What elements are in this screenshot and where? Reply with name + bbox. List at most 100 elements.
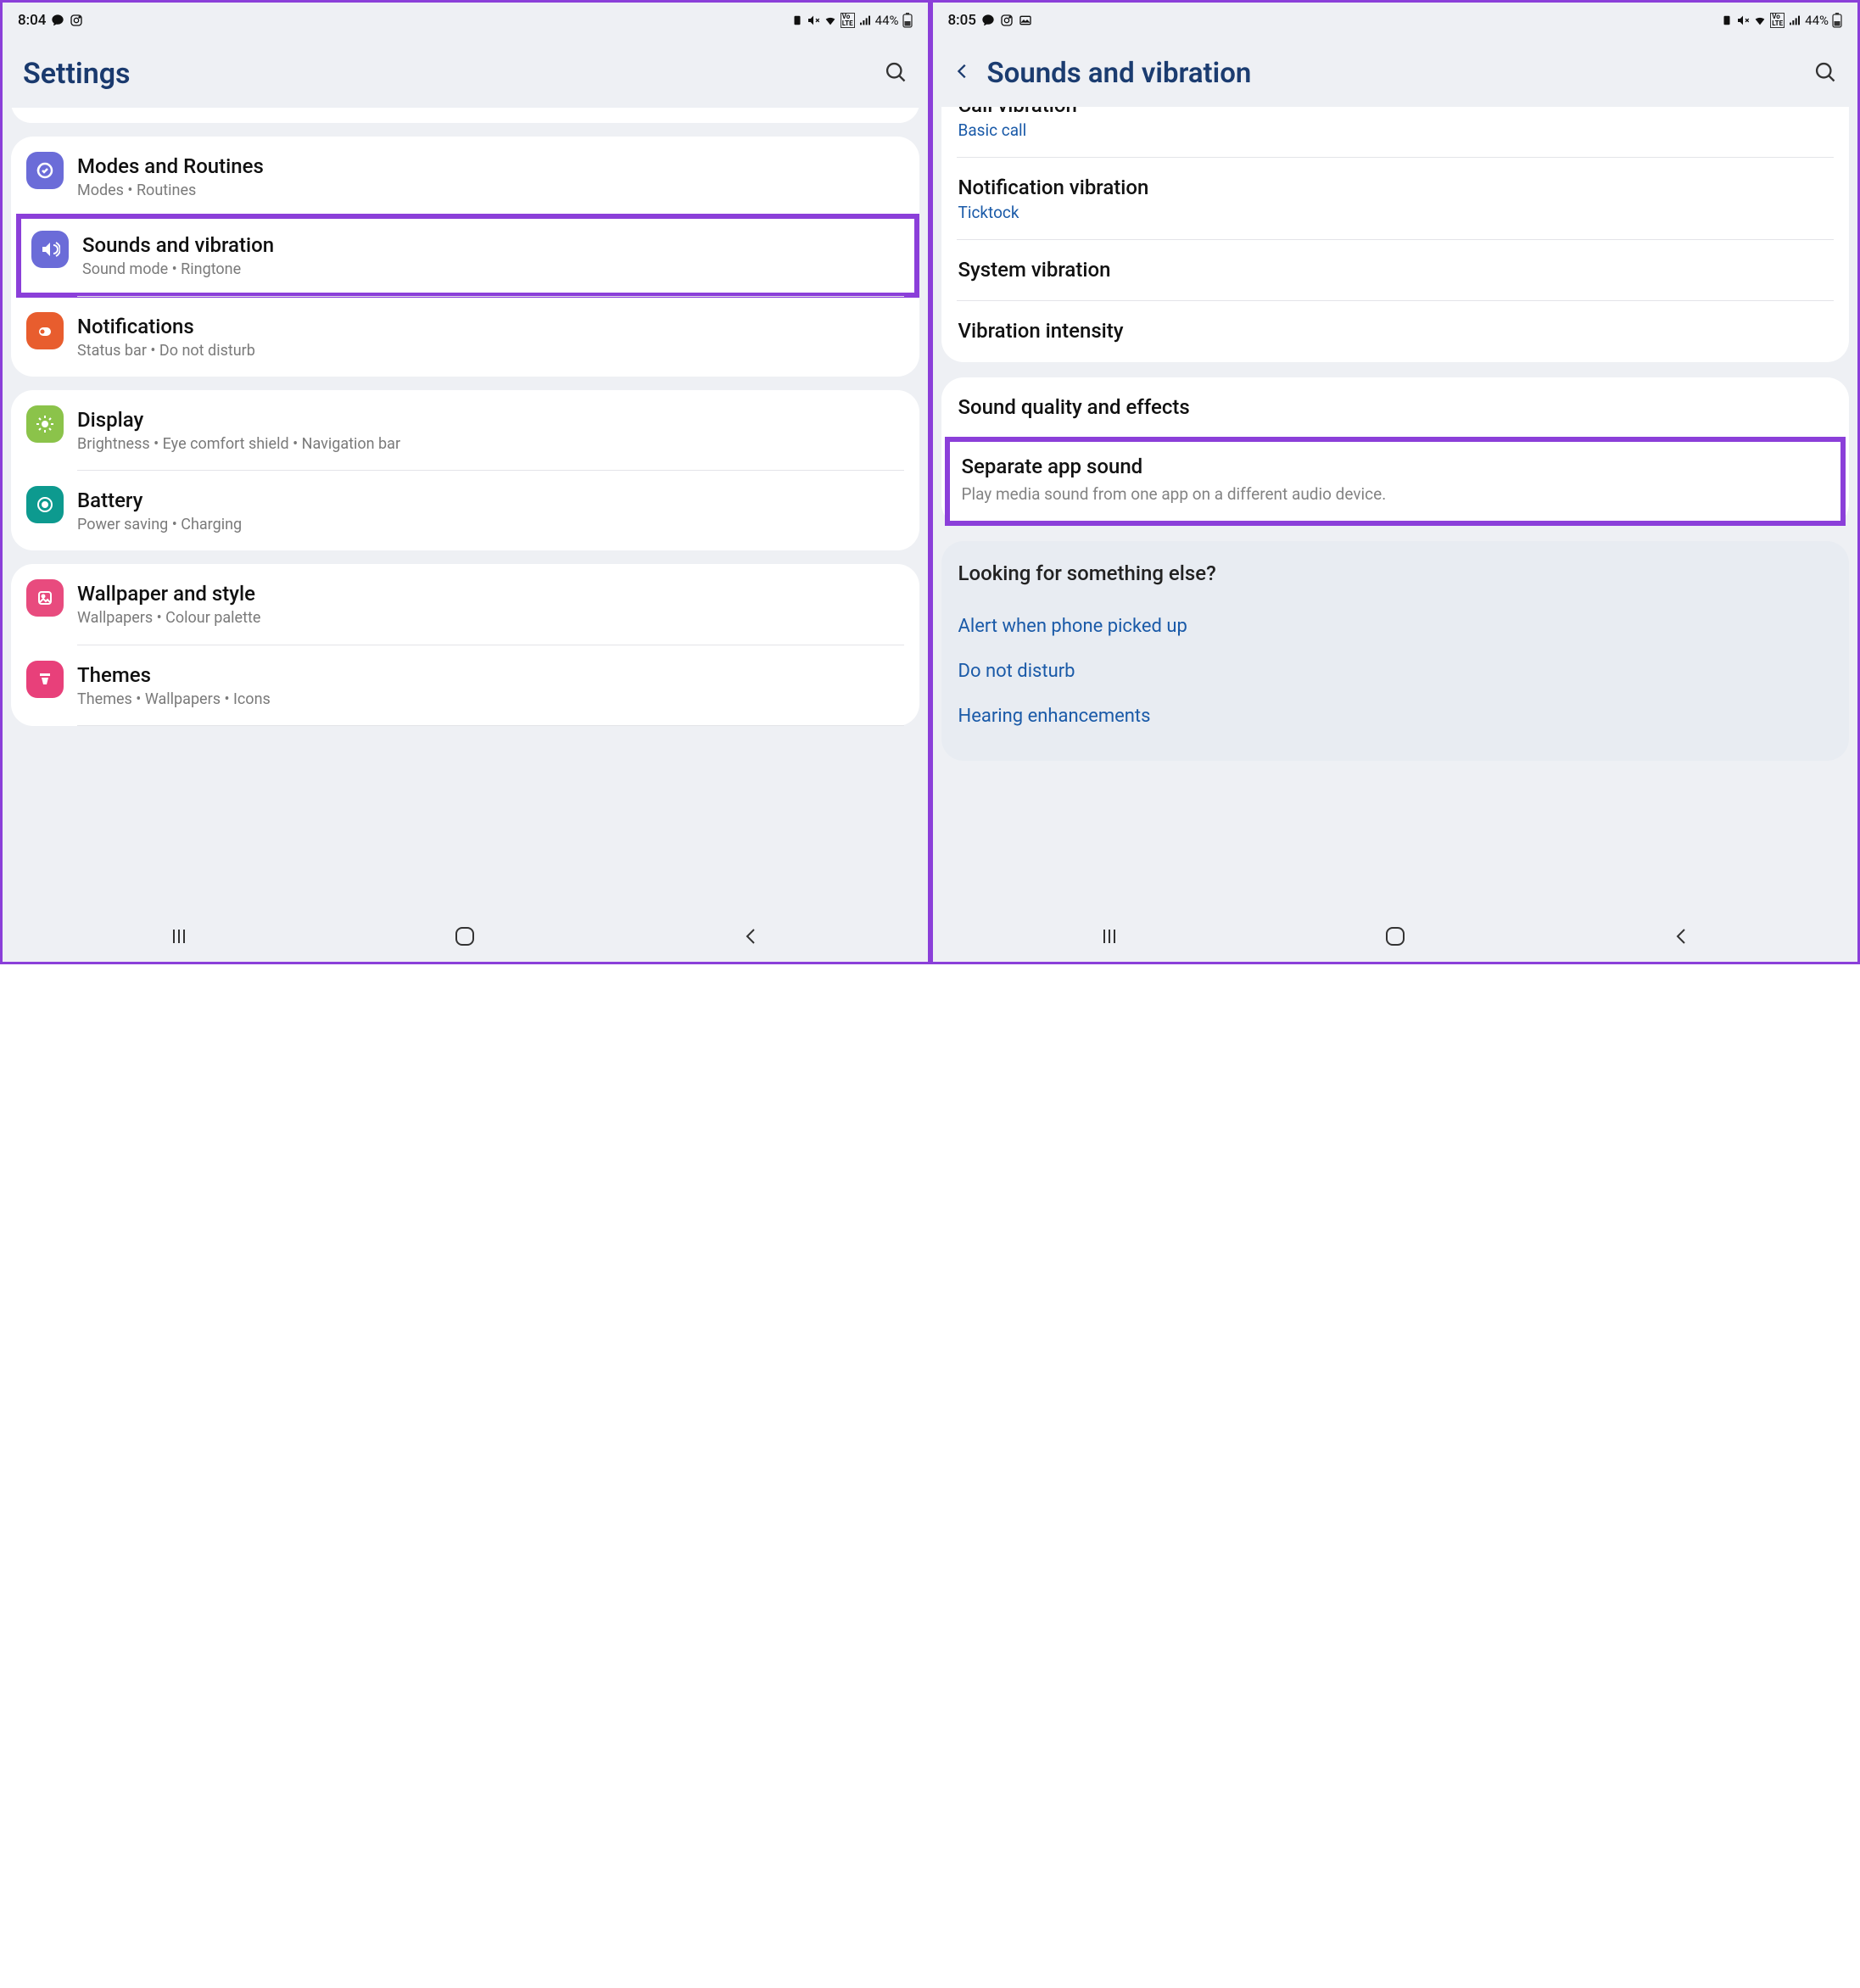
status-left: 8:04: [18, 12, 83, 29]
sound-icon: [31, 231, 69, 268]
row-sub: Status bar • Do not disturb: [77, 341, 904, 361]
battery-icon: [902, 13, 913, 28]
home-button[interactable]: [439, 925, 490, 947]
screen-settings: 8:04 VoLTE 44%: [0, 0, 930, 964]
signal-icon: [1788, 14, 1801, 27]
item-title: Separate app sound: [962, 454, 1829, 480]
signal-icon: [858, 14, 872, 27]
divider: [77, 725, 904, 726]
highlight-separate-app-sound: Separate app sound Play media sound from…: [945, 437, 1846, 526]
nav-bar: [3, 909, 928, 962]
row-themes[interactable]: Themes Themes • Wallpapers • Icons: [11, 645, 919, 725]
wallpaper-icon: [26, 579, 64, 617]
volte-icon: VoLTE: [1770, 13, 1785, 28]
looking-card: Looking for something else? Alert when p…: [941, 541, 1850, 761]
card-group-2: Display Brightness • Eye comfort shield …: [11, 390, 919, 551]
chat-icon: [981, 14, 995, 27]
row-title: Wallpaper and style: [77, 581, 904, 606]
settings-content: Modes and Routines Modes • Routines Soun…: [3, 108, 928, 909]
row-title: Battery: [77, 488, 904, 513]
status-right: VoLTE 44%: [791, 13, 913, 28]
battery-pct: 44%: [1805, 13, 1829, 28]
wifi-icon: [1753, 14, 1767, 27]
mute-icon: [807, 14, 820, 27]
search-icon[interactable]: [1813, 60, 1837, 87]
instagram-icon: [70, 14, 83, 27]
item-sub: Ticktock: [958, 203, 1833, 222]
item-sound-quality[interactable]: Sound quality and effects: [941, 377, 1850, 438]
back-button[interactable]: [1656, 926, 1706, 947]
item-notification-vibration[interactable]: Notification vibration Ticktock: [941, 158, 1850, 239]
recent-apps-button[interactable]: [154, 928, 204, 945]
card-partial: [11, 108, 919, 123]
screen-sounds-vibration: 8:05 VoLTE 44%: [930, 0, 1860, 964]
page-title: Sounds and vibration: [987, 57, 1252, 90]
search-icon[interactable]: [884, 60, 908, 87]
link-alert-pickup[interactable]: Alert when phone picked up: [958, 604, 1833, 649]
item-call-vibration-title[interactable]: Call vibration: [941, 107, 1850, 117]
link-dnd[interactable]: Do not disturb: [958, 649, 1833, 694]
notifications-icon: [26, 312, 64, 349]
item-sub: Basic call: [958, 120, 1833, 140]
item-title: System vibration: [958, 257, 1833, 283]
back-icon[interactable]: [953, 62, 972, 86]
page-title: Settings: [23, 57, 131, 91]
row-sub: Sound mode • Ringtone: [82, 260, 904, 280]
row-sounds-vibration[interactable]: Sounds and vibration Sound mode • Ringto…: [21, 219, 914, 292]
row-sub: Modes • Routines: [77, 181, 904, 201]
status-left: 8:05: [948, 12, 1032, 29]
row-title: Modes and Routines: [77, 154, 904, 179]
status-bar: 8:05 VoLTE 44%: [933, 3, 1858, 36]
row-notifications[interactable]: Notifications Status bar • Do not distur…: [11, 297, 919, 377]
row-sub: Power saving • Charging: [77, 515, 904, 535]
volte-icon: VoLTE: [841, 13, 855, 28]
item-separate-app-sound[interactable]: Separate app sound Play media sound from…: [950, 442, 1841, 521]
battery-settings-icon: [26, 486, 64, 523]
status-time: 8:04: [18, 12, 46, 29]
item-title: Vibration intensity: [958, 318, 1833, 344]
status-bar: 8:04 VoLTE 44%: [3, 3, 928, 36]
display-icon: [26, 405, 64, 443]
instagram-icon: [1000, 14, 1014, 27]
gallery-icon: [1019, 14, 1032, 27]
card-group-3: Wallpaper and style Wallpapers • Colour …: [11, 564, 919, 726]
routines-icon: [26, 152, 64, 189]
item-vibration-intensity[interactable]: Vibration intensity: [941, 301, 1850, 361]
link-hearing[interactable]: Hearing enhancements: [958, 694, 1833, 739]
partial-row: [11, 108, 919, 123]
recent-apps-button[interactable]: [1084, 928, 1135, 945]
row-title: Display: [77, 407, 904, 433]
battery-pct: 44%: [875, 13, 899, 28]
group-sound-effects: Sound quality and effects Separate app s…: [941, 377, 1850, 526]
card-group-1: Modes and Routines Modes • Routines Soun…: [11, 137, 919, 377]
row-modes-routines[interactable]: Modes and Routines Modes • Routines: [11, 137, 919, 216]
row-sub: Brightness • Eye comfort shield • Naviga…: [77, 434, 904, 455]
back-button[interactable]: [725, 926, 776, 947]
alarm-icon: [791, 14, 803, 26]
wifi-icon: [824, 14, 837, 27]
row-wallpaper[interactable]: Wallpaper and style Wallpapers • Colour …: [11, 564, 919, 644]
item-system-vibration[interactable]: System vibration: [941, 240, 1850, 300]
app-header: Sounds and vibration: [933, 36, 1858, 107]
status-time: 8:05: [948, 12, 976, 29]
chat-icon: [51, 14, 64, 27]
item-title: Sound quality and effects: [958, 394, 1833, 421]
home-button[interactable]: [1370, 925, 1421, 947]
group-vibration: Call vibration Basic call Notification v…: [941, 107, 1850, 362]
item-desc: Play media sound from one app on a diffe…: [962, 483, 1829, 505]
battery-icon: [1832, 13, 1842, 28]
sounds-content: Call vibration Basic call Notification v…: [933, 107, 1858, 909]
status-right: VoLTE 44%: [1721, 13, 1842, 28]
item-call-vibration[interactable]: Basic call: [941, 117, 1850, 157]
alarm-icon: [1721, 14, 1733, 26]
row-title: Notifications: [77, 314, 904, 339]
looking-title: Looking for something else?: [958, 561, 1833, 585]
item-title: Notification vibration: [958, 175, 1833, 201]
themes-icon: [26, 661, 64, 698]
row-title: Themes: [77, 662, 904, 688]
app-header: Settings: [3, 36, 928, 108]
nav-bar: [933, 909, 1858, 962]
mute-icon: [1736, 14, 1750, 27]
row-display[interactable]: Display Brightness • Eye comfort shield …: [11, 390, 919, 470]
row-battery[interactable]: Battery Power saving • Charging: [11, 471, 919, 550]
